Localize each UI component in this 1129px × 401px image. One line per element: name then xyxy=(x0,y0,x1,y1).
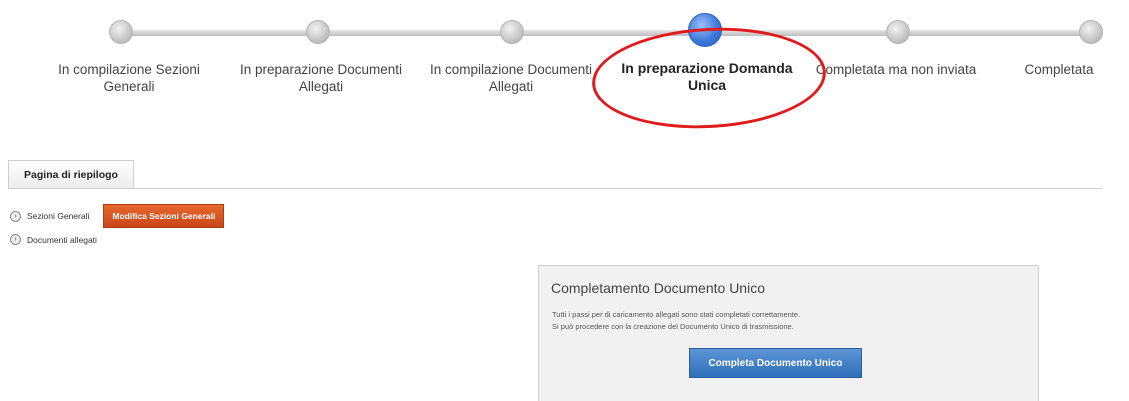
tab-summary-label: Pagina di riepilogo xyxy=(24,168,118,181)
section-row-attachments: › Documenti allegati xyxy=(10,234,97,245)
section-general-link[interactable]: Sezioni Generali xyxy=(27,211,89,221)
step-2-label-line1: In preparazione Documenti xyxy=(239,62,403,77)
progress-stepper: In compilazione Sezioni Generali In prep… xyxy=(0,0,1129,135)
step-5-label: Completata ma non inviata xyxy=(806,61,986,78)
page: In compilazione Sezioni Generali In prep… xyxy=(0,0,1129,401)
section-row-general: › Sezioni Generali Modifica Sezioni Gene… xyxy=(10,204,225,228)
step-3-node xyxy=(500,20,524,44)
stepper-track xyxy=(121,30,1091,36)
edit-general-sections-button[interactable]: Modifica Sezioni Generali xyxy=(103,204,225,228)
tab-bar: Pagina di riepilogo xyxy=(8,160,1102,189)
tab-summary[interactable]: Pagina di riepilogo xyxy=(8,160,134,188)
completion-text-line1: Tutti i passi per di caricamento allegat… xyxy=(552,310,801,319)
chevron-right-icon[interactable]: › xyxy=(10,234,21,245)
completion-text-line2: Si può procedere con la creazione del Do… xyxy=(552,322,794,331)
step-2-label: In preparazione Documenti Allegati xyxy=(231,61,411,95)
completion-panel-text: Tutti i passi per di caricamento allegat… xyxy=(552,309,800,333)
chevron-right-icon[interactable]: › xyxy=(10,210,21,222)
complete-document-button-label: Completa Documento Unico xyxy=(708,357,843,369)
step-2-node xyxy=(306,20,330,44)
step-5-label-line1: Completata ma non inviata xyxy=(815,62,977,77)
section-attachments-link[interactable]: Documenti allegati xyxy=(27,235,97,245)
step-3-label: In compilazione Documenti Allegati xyxy=(421,61,601,95)
edit-general-sections-label: Modifica Sezioni Generali xyxy=(112,211,216,221)
step-3-label-line2: Allegati xyxy=(488,79,534,94)
step-6-label: Completata xyxy=(989,61,1129,78)
red-highlight-ellipse xyxy=(589,21,829,135)
step-2-label-line2: Allegati xyxy=(298,79,344,94)
step-6-label-line1: Completata xyxy=(1024,62,1094,77)
complete-document-button[interactable]: Completa Documento Unico xyxy=(689,348,862,378)
completion-panel: Completamento Documento Unico Tutti i pa… xyxy=(538,265,1039,401)
step-6-node xyxy=(1079,20,1103,44)
step-1-node xyxy=(109,20,133,44)
step-3-label-line1: In compilazione Documenti xyxy=(429,62,593,77)
step-1-label: In compilazione Sezioni Generali xyxy=(39,61,219,95)
step-1-label-line2: Generali xyxy=(103,79,155,94)
completion-panel-title: Completamento Documento Unico xyxy=(551,280,765,296)
step-1-label-line1: In compilazione Sezioni xyxy=(58,62,200,77)
step-5-node xyxy=(886,20,910,44)
